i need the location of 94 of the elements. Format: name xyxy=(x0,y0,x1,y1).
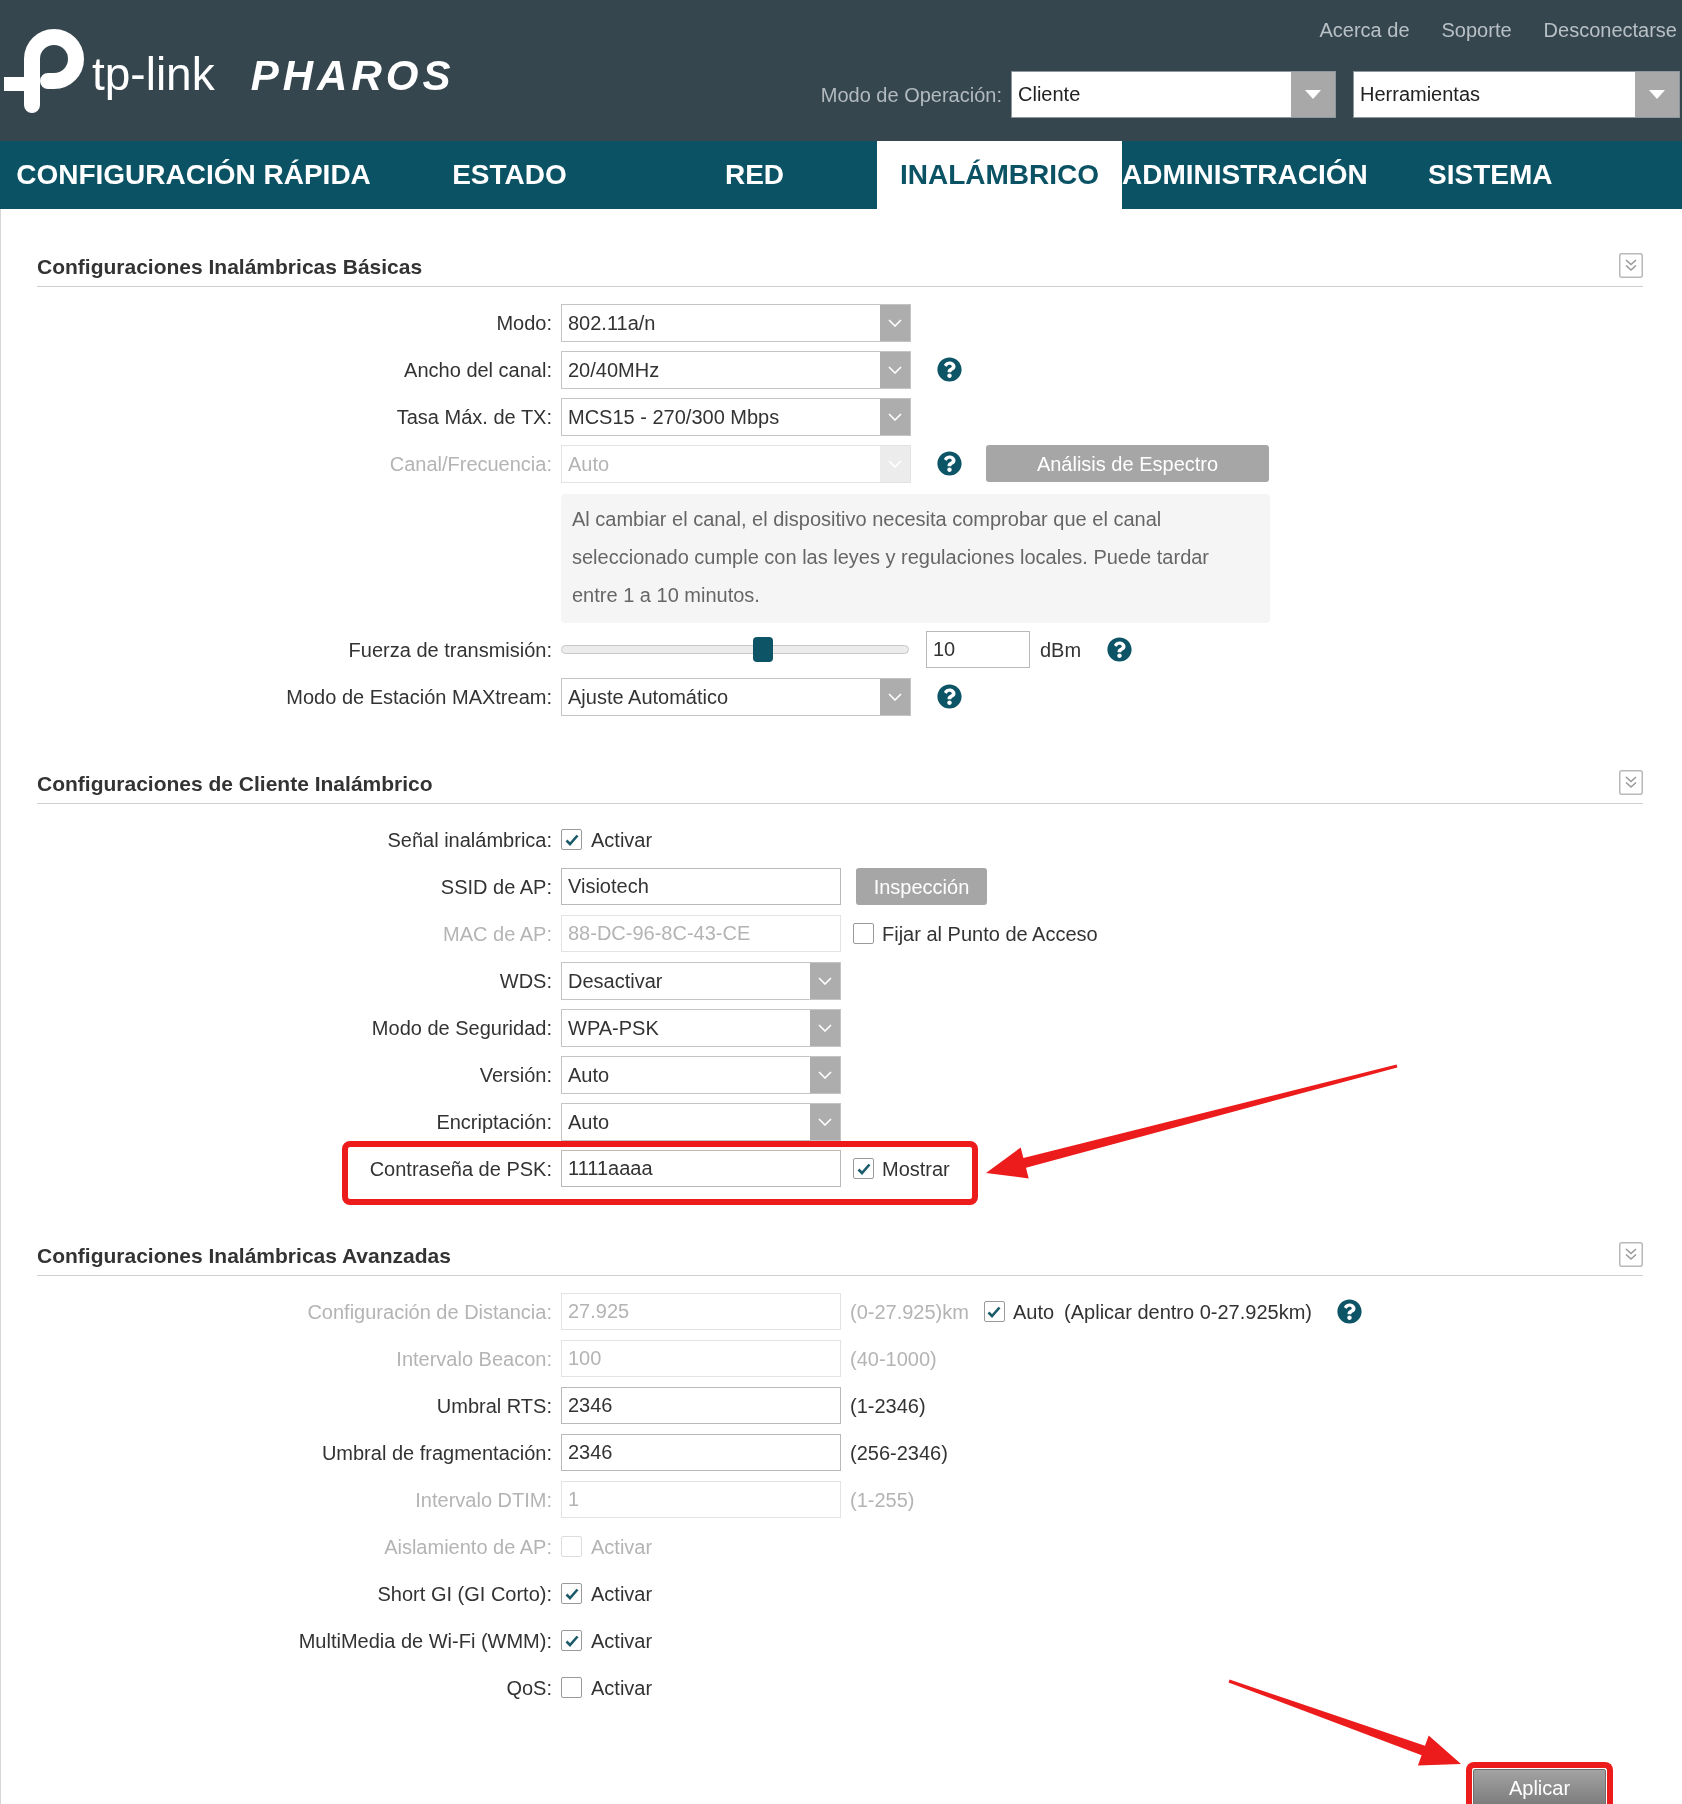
field-label: Señal inalámbrica: xyxy=(386,827,552,853)
checkbox[interactable] xyxy=(561,829,582,850)
dropdown-select[interactable]: Ajuste Automático xyxy=(561,677,911,716)
field-label: Fuerza de transmisión: xyxy=(347,637,552,663)
dropdown-select[interactable]: Auto xyxy=(561,1055,841,1094)
power-slider[interactable] xyxy=(561,637,909,662)
field-label: Canal/Frecuencia: xyxy=(388,451,552,477)
range-hint: (1-2346) xyxy=(850,1393,926,1419)
chevron-down-icon xyxy=(880,351,910,388)
field-label: SSID de AP: xyxy=(439,874,552,900)
slider-thumb[interactable] xyxy=(752,637,773,662)
tools-select[interactable]: Herramientas xyxy=(1353,71,1680,118)
logo-icon xyxy=(2,29,84,113)
field-label: Modo: xyxy=(495,310,552,336)
operation-mode-label: Modo de Operación: xyxy=(820,82,1002,108)
chevron-down-icon xyxy=(810,1056,840,1093)
field-label: WDS: xyxy=(498,968,552,994)
dropdown-select[interactable]: MCS15 - 270/300 Mbps xyxy=(561,397,911,436)
checkbox-label: Mostrar xyxy=(882,1156,950,1182)
field-label: MultiMedia de Wi-Fi (WMM): xyxy=(297,1628,552,1654)
text-field[interactable]: 10 xyxy=(926,631,1030,668)
range-hint: (0-27.925)km xyxy=(850,1299,969,1325)
unit-label: dBm xyxy=(1040,637,1082,663)
range-hint: (1-255) xyxy=(850,1487,915,1513)
header-link[interactable]: Acerca de xyxy=(1319,18,1410,42)
help-icon[interactable] xyxy=(937,357,962,382)
brand-name: tp-link xyxy=(92,48,215,100)
field-label: Versión: xyxy=(478,1062,552,1088)
help-icon[interactable] xyxy=(937,684,962,709)
field-label: Configuración de Distancia: xyxy=(306,1299,552,1325)
checkbox-label: Activar xyxy=(591,1675,653,1701)
checkbox[interactable] xyxy=(561,1677,582,1698)
text-field[interactable]: 2346 xyxy=(561,1434,841,1471)
chevron-down-icon xyxy=(880,445,910,482)
field-label: Aislamiento de AP: xyxy=(383,1534,552,1560)
field-label: Modo de Estación MAXtream: xyxy=(285,684,552,710)
header-link[interactable]: Soporte xyxy=(1441,18,1512,42)
field-label: Contraseña de PSK: xyxy=(368,1156,552,1182)
nav-tab[interactable]: CONFIGURACIÓN RÁPIDA xyxy=(0,141,387,209)
dropdown-select[interactable]: 802.11a/n xyxy=(561,303,911,342)
chevron-down-icon xyxy=(810,962,840,999)
checkbox-label: Auto xyxy=(1012,1299,1055,1325)
section-title: Configuraciones Inalámbricas Avanzadas xyxy=(37,1243,451,1269)
text-field[interactable]: Visiotech xyxy=(561,868,841,905)
product-name: PHAROS xyxy=(250,53,455,99)
nav-tab[interactable]: INALÁMBRICO xyxy=(877,141,1122,209)
range-hint: (40-1000) xyxy=(850,1346,937,1372)
nav-tab[interactable]: ADMINISTRACIÓN xyxy=(1122,141,1368,209)
field-label: MAC de AP: xyxy=(442,921,552,947)
text-field[interactable]: 1111aaaa xyxy=(561,1150,841,1187)
nav-tab[interactable]: RED xyxy=(632,141,877,209)
section-title: Configuraciones de Cliente Inalámbrico xyxy=(37,771,433,797)
dropdown-select[interactable]: Desactivar xyxy=(561,961,841,1000)
field-label: Umbral RTS: xyxy=(435,1393,552,1419)
field-label: Short GI (GI Corto): xyxy=(376,1581,552,1607)
dropdown-select[interactable]: Auto xyxy=(561,1102,841,1141)
auto-range-note: (Aplicar dentro 0-27.925km) xyxy=(1064,1299,1312,1325)
field-label: Intervalo DTIM: xyxy=(414,1487,552,1513)
field-label: Intervalo Beacon: xyxy=(395,1346,552,1372)
nav-tab[interactable]: ESTADO xyxy=(387,141,632,209)
header-link[interactable]: Desconectarse xyxy=(1543,18,1677,42)
text-field[interactable]: 2346 xyxy=(561,1387,841,1424)
checkbox-label: Activar xyxy=(591,1534,653,1560)
checkbox[interactable] xyxy=(853,1158,874,1179)
range-hint: (256-2346) xyxy=(850,1440,948,1466)
collapse-icon[interactable] xyxy=(1619,1242,1643,1267)
checkbox[interactable] xyxy=(561,1630,582,1651)
chevron-down-icon xyxy=(810,1103,840,1140)
checkbox-label: Activar xyxy=(591,827,653,853)
dropdown-select[interactable]: WPA-PSK xyxy=(561,1008,841,1047)
chevron-down-icon xyxy=(880,398,910,435)
checkbox-label: Activar xyxy=(591,1581,653,1607)
dropdown-select[interactable]: 20/40MHz xyxy=(561,350,911,389)
help-icon[interactable] xyxy=(1107,637,1133,662)
field-label: Tasa Máx. de TX: xyxy=(395,404,552,430)
field-label: Encriptación: xyxy=(435,1109,552,1135)
section-title: Configuraciones Inalámbricas Básicas xyxy=(37,254,423,280)
caret-down-icon xyxy=(1635,72,1679,117)
field-label: Ancho del canal: xyxy=(403,357,552,383)
chevron-down-icon xyxy=(880,678,910,715)
field-label: Modo de Seguridad: xyxy=(370,1015,552,1041)
chevron-down-icon xyxy=(880,304,910,341)
checkbox-label: Fijar al Punto de Acceso xyxy=(882,921,1098,947)
caret-down-icon xyxy=(1291,72,1335,117)
field-label: QoS: xyxy=(505,1675,552,1701)
operation-mode-select[interactable]: Cliente xyxy=(1011,71,1336,118)
nav-tab[interactable]: SISTEMA xyxy=(1367,141,1613,209)
checkbox-label: Activar xyxy=(591,1628,653,1654)
info-note: Al cambiar el canal, el dispositivo necesita comprobar que el canal seleccionado cumple con las leyes y regulaciones locales. Puede tardar entre 1 a 10 minutos. xyxy=(561,494,1270,623)
collapse-icon[interactable] xyxy=(1619,253,1643,278)
checkbox[interactable] xyxy=(561,1583,582,1604)
chevron-down-icon xyxy=(810,1009,840,1046)
field-label: Umbral de fragmentación: xyxy=(320,1440,552,1466)
collapse-icon[interactable] xyxy=(1619,770,1643,795)
